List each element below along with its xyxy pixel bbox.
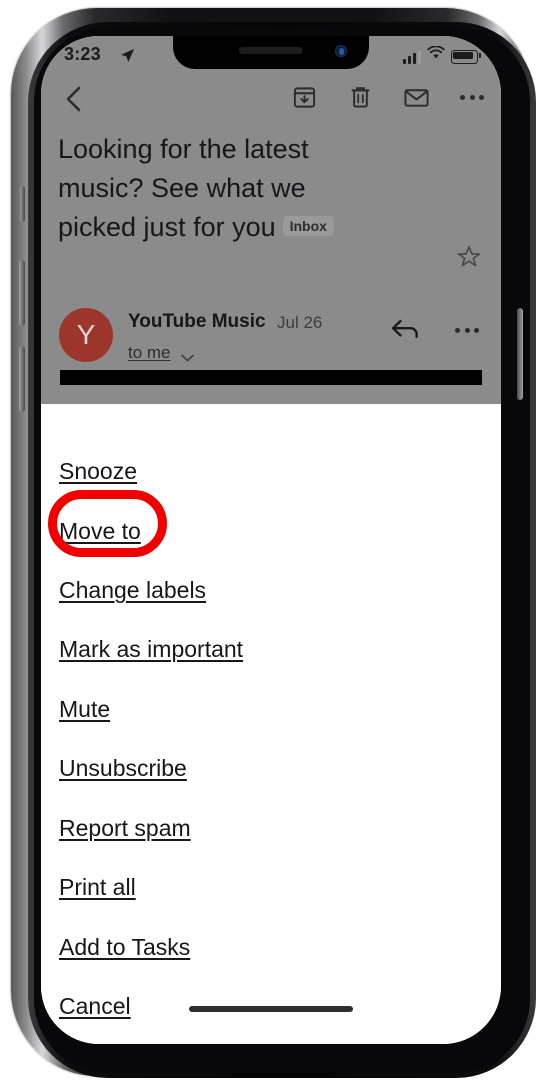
earpiece-speaker — [239, 47, 303, 54]
sender-name: YouTube Music — [128, 311, 266, 332]
menu-item-snooze[interactable]: Snooze — [59, 458, 137, 485]
email-sender-row: Y YouTube Music Jul 26 to me — [41, 304, 501, 376]
menu-item-cancel[interactable]: Cancel — [59, 993, 131, 1020]
chevron-down-icon[interactable] — [181, 349, 194, 367]
email-detail-view-dimmed: 3:23 Looking for the latest music? See w… — [41, 36, 501, 411]
envelope-icon[interactable] — [401, 82, 431, 112]
menu-item-add-to-tasks[interactable]: Add to Tasks — [59, 934, 190, 961]
power-button[interactable] — [517, 308, 523, 400]
menu-item-report-spam[interactable]: Report spam — [59, 815, 191, 842]
battery-full-icon — [451, 50, 481, 64]
avatar: Y — [59, 308, 113, 362]
phone-notch — [173, 36, 369, 69]
menu-item-change-labels[interactable]: Change labels — [59, 577, 206, 604]
volume-up-button[interactable] — [19, 260, 25, 326]
menu-item-mark-as-important[interactable]: Mark as important — [59, 636, 243, 663]
wifi-icon — [427, 45, 445, 64]
email-toolbar — [41, 72, 501, 126]
status-bar-time: 3:23 — [64, 44, 101, 64]
front-camera — [335, 45, 347, 57]
reply-arrow-icon[interactable] — [390, 316, 420, 347]
sender-overflow-dots-icon[interactable] — [455, 328, 479, 333]
cellular-bars-icon — [403, 51, 421, 64]
menu-item-print-all[interactable]: Print all — [59, 874, 136, 901]
overflow-dots-icon[interactable] — [457, 82, 487, 112]
email-label-chip: Inbox — [282, 216, 334, 236]
status-bar-indicators — [403, 45, 481, 64]
action-sheet: Snooze Move to Change labels Mark as imp… — [41, 404, 501, 1044]
back-button[interactable] — [57, 82, 91, 116]
email-body-preview — [60, 370, 482, 385]
highlight-annotation-oval — [48, 490, 167, 557]
location-arrow-icon — [120, 48, 135, 68]
star-outline-icon[interactable] — [456, 244, 482, 275]
phone-screen: 3:23 Looking for the latest music? See w… — [41, 36, 501, 1044]
trash-icon[interactable] — [345, 82, 375, 112]
archive-box-icon[interactable] — [289, 82, 319, 112]
email-toolbar-actions — [289, 82, 487, 112]
email-subject: Looking for the latest music? See what w… — [58, 130, 388, 247]
recipient-label[interactable]: to me — [128, 343, 171, 363]
menu-item-mute[interactable]: Mute — [59, 696, 110, 723]
email-subject-text: Looking for the latest music? See what w… — [58, 134, 309, 242]
email-date: Jul 26 — [277, 313, 323, 332]
silent-switch-button[interactable] — [20, 186, 25, 222]
volume-down-button[interactable] — [19, 346, 25, 412]
screenshot-root: 3:23 Looking for the latest music? See w… — [0, 0, 542, 1080]
home-indicator[interactable] — [189, 1006, 353, 1012]
menu-item-unsubscribe[interactable]: Unsubscribe — [59, 755, 187, 782]
